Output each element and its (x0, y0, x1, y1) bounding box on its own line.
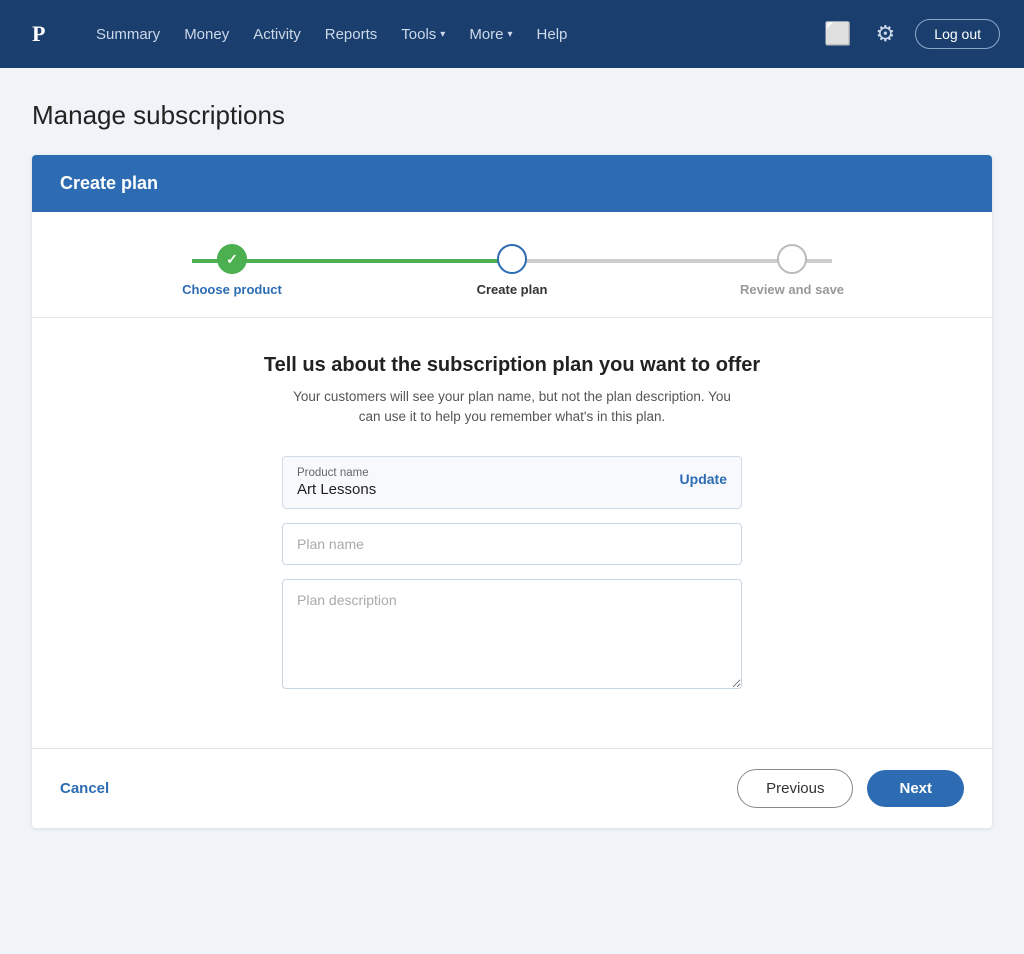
product-info: Product name Art Lessons (297, 467, 376, 498)
step-review-save: Review and save (652, 244, 932, 297)
settings-button[interactable]: ⚙ (872, 19, 900, 49)
form-fields: Product name Art Lessons Update (282, 456, 742, 708)
nav-tools[interactable]: Tools ▾ (401, 26, 445, 43)
form-title: Tell us about the subscription plan you … (72, 354, 952, 377)
footer-right: Previous Next (737, 769, 964, 808)
form-area: Tell us about the subscription plan you … (32, 317, 992, 748)
logout-button[interactable]: Log out (915, 19, 1000, 49)
step-1-label: Choose product (182, 282, 282, 297)
svg-text:P: P (32, 21, 45, 46)
header-actions: ⬜ ⚙ Log out (820, 19, 1000, 49)
messages-icon: ⬜ (824, 21, 851, 46)
page-title: Manage subscriptions (32, 100, 992, 131)
stepper: ✓ Choose product Create plan Review and … (32, 212, 992, 317)
cancel-button[interactable]: Cancel (60, 780, 109, 797)
card-header-title: Create plan (60, 173, 158, 193)
gear-icon: ⚙ (876, 21, 896, 46)
messages-button[interactable]: ⬜ (820, 19, 855, 49)
form-subtitle: Your customers will see your plan name, … (282, 387, 742, 428)
product-value: Art Lessons (297, 481, 376, 498)
step-choose-product: ✓ Choose product (92, 244, 372, 297)
nav-help[interactable]: Help (537, 26, 568, 43)
step-3-circle (777, 244, 807, 274)
previous-button[interactable]: Previous (737, 769, 853, 808)
update-link[interactable]: Update (680, 467, 727, 487)
card-header: Create plan (32, 155, 992, 212)
tools-chevron-icon: ▾ (440, 29, 445, 40)
step-create-plan: Create plan (372, 244, 652, 297)
main-nav: Summary Money Activity Reports Tools ▾ M… (96, 26, 792, 43)
step-2-circle (497, 244, 527, 274)
product-name-row: Product name Art Lessons Update (282, 456, 742, 509)
step-2-label: Create plan (477, 282, 548, 297)
main-content: Manage subscriptions Create plan ✓ Choos… (0, 68, 1024, 860)
nav-summary[interactable]: Summary (96, 26, 160, 43)
nav-reports[interactable]: Reports (325, 26, 378, 43)
paypal-logo: P (24, 16, 60, 52)
step-3-label: Review and save (740, 282, 844, 297)
nav-money[interactable]: Money (184, 26, 229, 43)
header: P Summary Money Activity Reports Tools ▾… (0, 0, 1024, 68)
plan-name-input[interactable] (282, 523, 742, 565)
step-1-circle: ✓ (217, 244, 247, 274)
next-button[interactable]: Next (867, 770, 964, 807)
nav-more[interactable]: More ▾ (469, 26, 512, 43)
create-plan-card: Create plan ✓ Choose product Create plan… (32, 155, 992, 828)
product-label: Product name (297, 467, 376, 479)
more-chevron-icon: ▾ (508, 29, 513, 40)
card-footer: Cancel Previous Next (32, 748, 992, 828)
nav-activity[interactable]: Activity (253, 26, 301, 43)
plan-description-input[interactable] (282, 579, 742, 689)
